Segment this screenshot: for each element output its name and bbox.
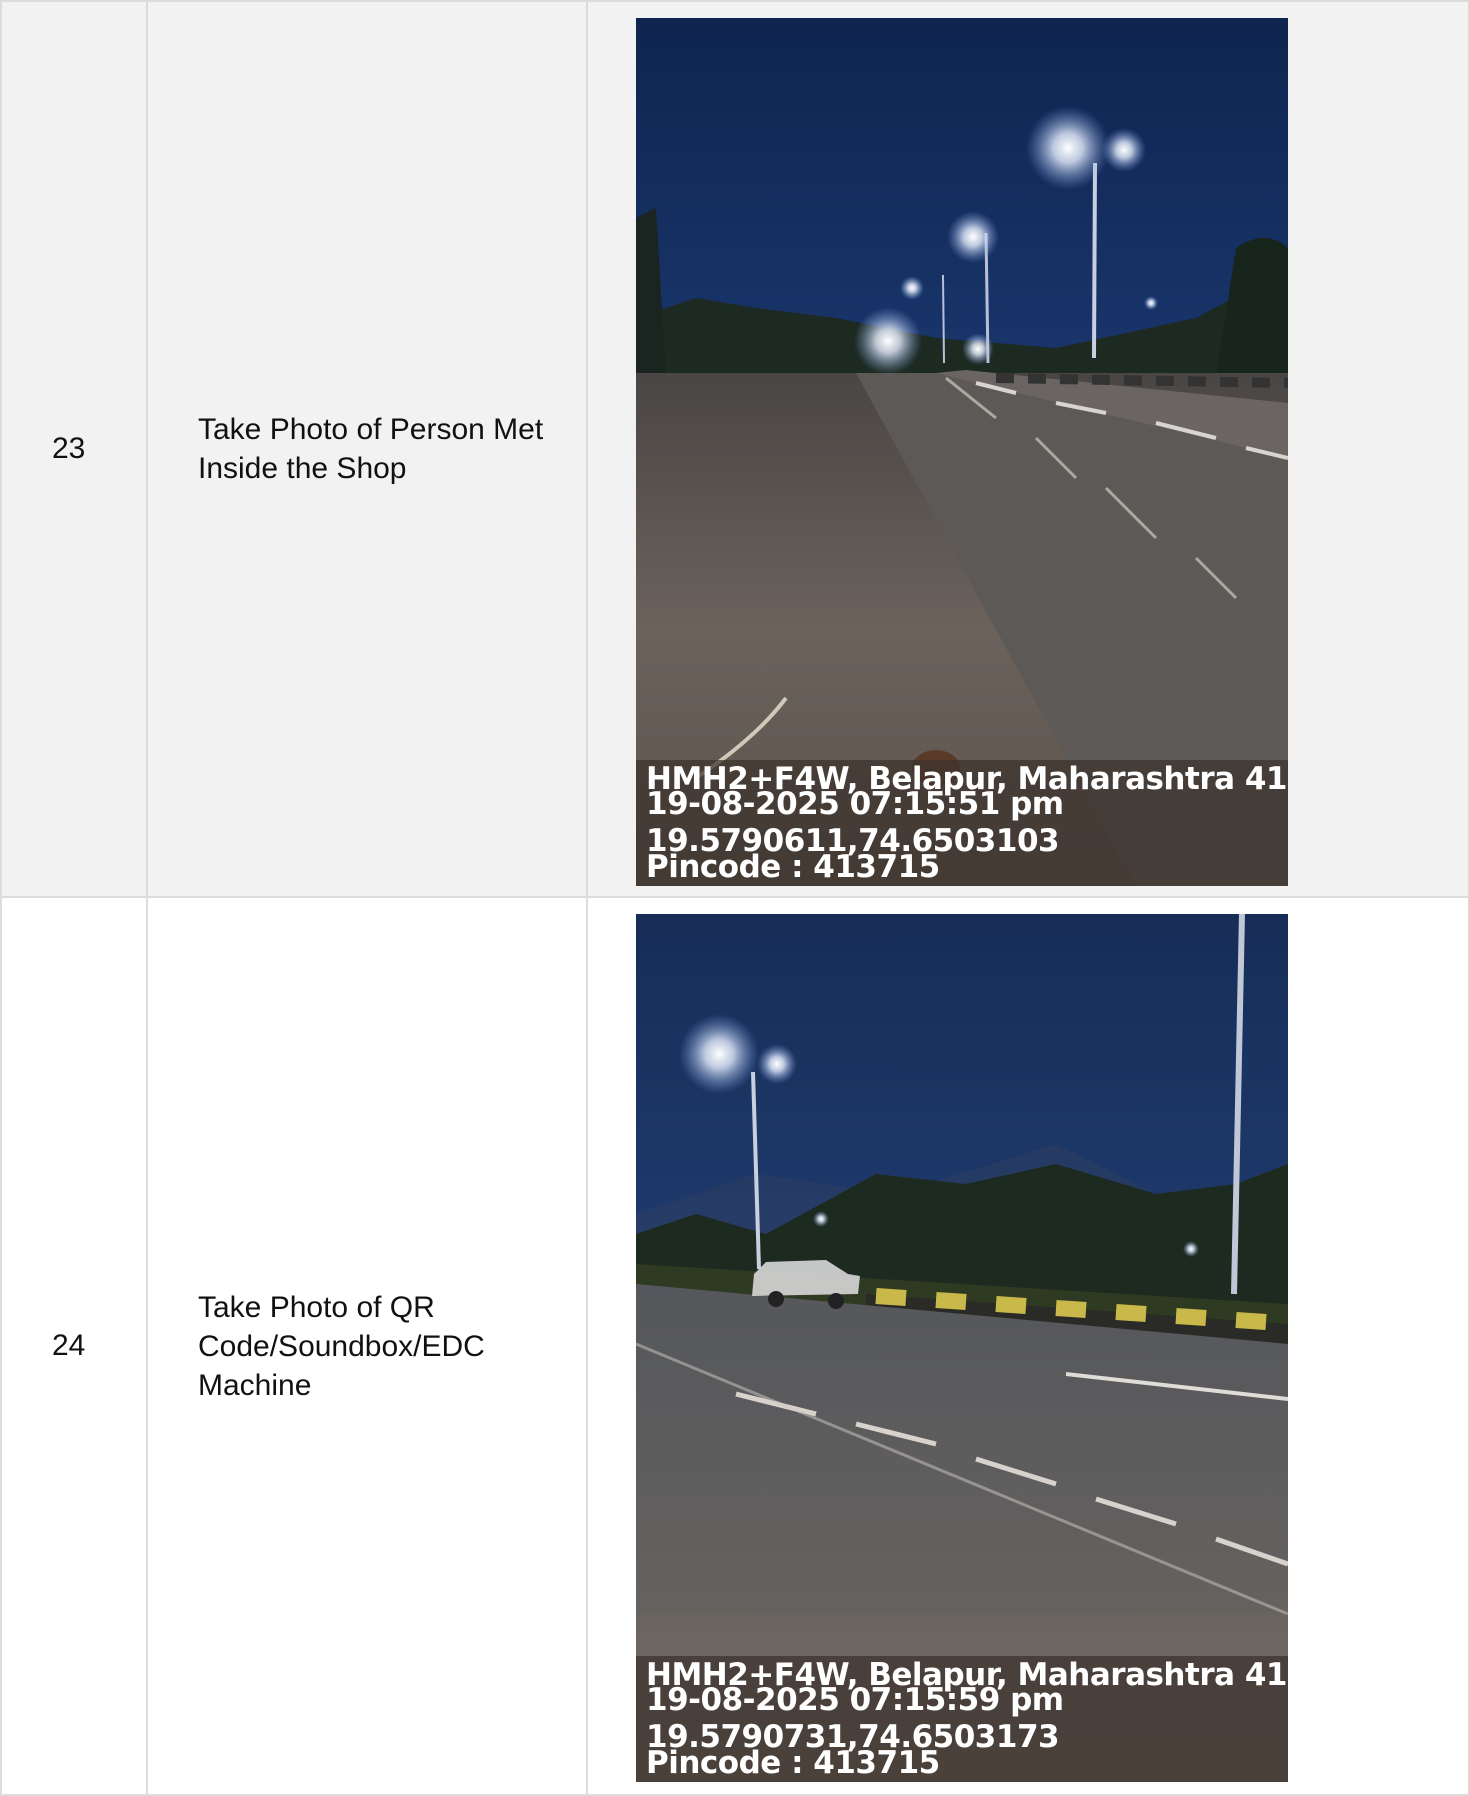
table-row: 23 Take Photo of Person Met Inside the S… (0, 0, 1469, 898)
geotag-stamp: HMH2+F4W, Belapur, Maharashtra 413715, I… (636, 1656, 1288, 1782)
stamp-datetime: 19-08-2025 07:15:51 pm (646, 786, 1064, 822)
row-number: 23 (0, 0, 148, 898)
street-photo-image (636, 914, 1288, 1782)
street-photo-image (636, 18, 1288, 886)
table-row: 24 Take Photo of QR Code/Soundbox/EDC Ma… (0, 896, 1469, 1796)
photo-cell: HMH2+F4W, Belapur, Maharashtra 413715, I… (586, 0, 1469, 898)
row-description: Take Photo of QR Code/Soundbox/EDC Machi… (146, 896, 588, 1796)
row-description: Take Photo of Person Met Inside the Shop (146, 0, 588, 898)
stamp-datetime: 19-08-2025 07:15:59 pm (646, 1682, 1064, 1718)
geotagged-photo[interactable]: HMH2+F4W, Belapur, Maharashtra 413715, I… (636, 914, 1288, 1782)
geotag-stamp: HMH2+F4W, Belapur, Maharashtra 413715, I… (636, 760, 1288, 886)
stamp-pincode: Pincode : 413715 (646, 849, 940, 885)
photo-report-table: 23 Take Photo of Person Met Inside the S… (0, 0, 1469, 1796)
row-number: 24 (0, 896, 148, 1796)
geotagged-photo[interactable]: HMH2+F4W, Belapur, Maharashtra 413715, I… (636, 18, 1288, 886)
stamp-pincode: Pincode : 413715 (646, 1745, 940, 1781)
photo-cell: HMH2+F4W, Belapur, Maharashtra 413715, I… (586, 896, 1469, 1796)
